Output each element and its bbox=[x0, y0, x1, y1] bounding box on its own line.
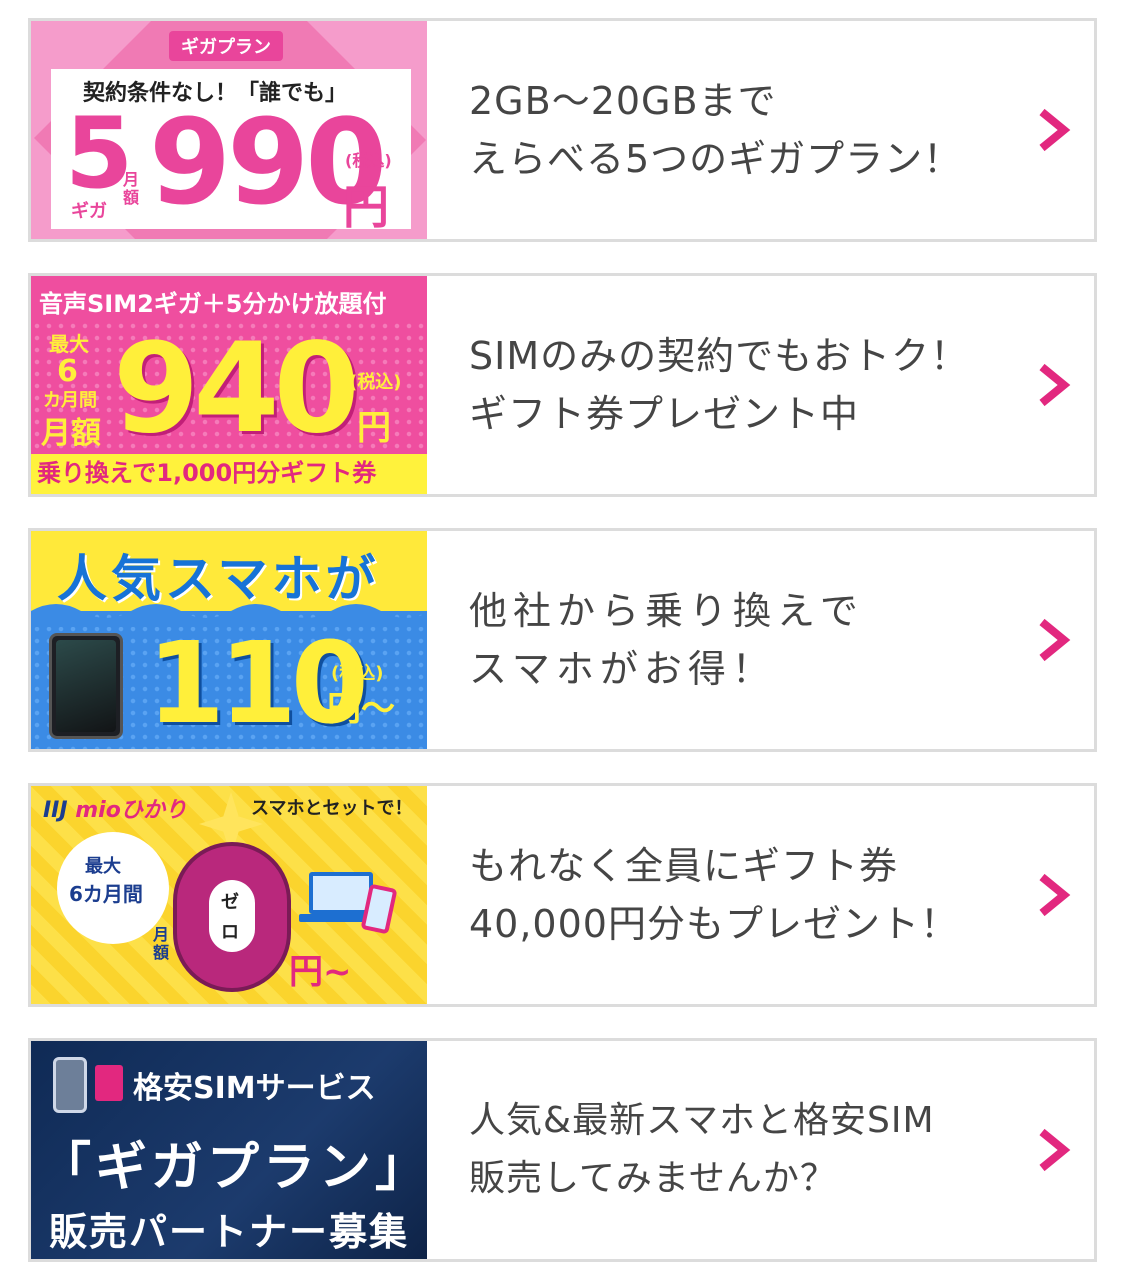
desc-line-2: スマホがお得！ bbox=[469, 647, 776, 691]
tax-label: (税込) bbox=[349, 372, 402, 393]
promo-description: 人気&最新スマホと格安SIM 販売してみませんか？ bbox=[427, 1041, 1014, 1259]
tax-label: (税込) bbox=[345, 151, 392, 170]
monthly-label: 月額 bbox=[153, 925, 170, 962]
desc-line-1: もれなく全員にギフト券 bbox=[469, 844, 899, 888]
laptop-icon bbox=[309, 872, 373, 914]
promo-description: SIMのみの契約でもおトク！ ギフト券プレゼント中 bbox=[427, 276, 1014, 494]
promo-card-hikari[interactable]: IIJ mioひかり スマホとセットで！ 最大 6カ月間 ゼ ロ 月額 円~ も… bbox=[28, 783, 1097, 1007]
chevron-right-icon[interactable] bbox=[1014, 276, 1094, 494]
banner-line-3: 販売パートナー募集 bbox=[49, 1210, 410, 1254]
desc-line-2: ギフト券プレゼント中 bbox=[469, 392, 860, 436]
gift-card-text: 乗り換えで1,000円分ギフト券 bbox=[37, 459, 377, 487]
chevron-right-icon[interactable] bbox=[1014, 21, 1094, 239]
chevron-right-icon[interactable] bbox=[1014, 1041, 1094, 1259]
promo-card-sim-only[interactable]: 音声SIM2ギガ＋5分かけ放題付 最大 6 カ月間 月額 940 (税込) 円 … bbox=[28, 273, 1097, 497]
giga-unit: ギガ bbox=[71, 201, 107, 222]
desc-line-1: SIMのみの契約でもおトク！ bbox=[469, 334, 970, 378]
banner-title: 人気スマホが bbox=[57, 550, 380, 608]
smartphone-icon bbox=[53, 1057, 87, 1113]
banner-headline: 音声SIM2ギガ＋5分かけ放題付 bbox=[39, 290, 387, 318]
months-label: 6カ月間 bbox=[69, 882, 143, 906]
price-value: 940 bbox=[113, 317, 360, 461]
promo-card-partner[interactable]: 格安SIMサービス 「ギガプラン」 販売パートナー募集 人気&最新スマホと格安S… bbox=[28, 1038, 1097, 1262]
desc-line-2: えらべる5つのギガプラン！ bbox=[469, 137, 963, 181]
banner-line-1: 格安SIMサービス bbox=[133, 1071, 376, 1106]
promo-card-smartphone[interactable]: 人気スマホが 110 (税込) 円〜 他社から乗り換えで スマホがお得！ bbox=[28, 528, 1097, 752]
months-number: 6 bbox=[57, 354, 78, 389]
sim-card-icon bbox=[95, 1065, 123, 1101]
smartphone-banner: 人気スマホが 110 (税込) 円〜 bbox=[31, 531, 427, 749]
chevron-right-icon[interactable] bbox=[1014, 531, 1094, 749]
max-label: 最大 bbox=[49, 332, 89, 356]
sim-only-banner: 音声SIM2ギガ＋5分かけ放題付 最大 6 カ月間 月額 940 (税込) 円 … bbox=[31, 276, 427, 494]
yen-label: 円 bbox=[343, 180, 389, 234]
chevron-right-icon[interactable] bbox=[1014, 786, 1094, 1004]
iijmio-hikari-logo: IIJ mioひかり bbox=[43, 798, 187, 823]
monthly-label: 月額 bbox=[123, 170, 140, 207]
desc-line-1: 他社から乗り換えで bbox=[469, 589, 864, 633]
yen-label: 円~ bbox=[289, 952, 352, 992]
monthly-label: 月額 bbox=[41, 416, 101, 451]
promo-description: 他社から乗り換えで スマホがお得！ bbox=[427, 531, 1014, 749]
max-label: 最大 bbox=[85, 856, 121, 877]
smartphone-image bbox=[49, 633, 123, 739]
promo-list: ギガプラン 契約条件なし！「誰でも」 5 ギガ 月額 990 (税込) 円 2G… bbox=[0, 0, 1125, 1283]
partner-banner: 格安SIMサービス 「ギガプラン」 販売パートナー募集 bbox=[31, 1041, 427, 1259]
giga-plan-banner: ギガプラン 契約条件なし！「誰でも」 5 ギガ 月額 990 (税込) 円 bbox=[31, 21, 427, 239]
desc-line-2: 販売してみませんか？ bbox=[469, 1158, 837, 1199]
hikari-banner: IIJ mioひかり スマホとセットで！ 最大 6カ月間 ゼ ロ 月額 円~ bbox=[31, 786, 427, 1004]
desc-line-1: 人気&最新スマホと格安SIM bbox=[469, 1100, 935, 1141]
promo-description: 2GB〜20GBまで えらべる5つのギガプラン！ bbox=[427, 21, 1014, 239]
yen-label: 円 bbox=[357, 408, 391, 448]
desc-line-2: 40,000円分もプレゼント！ bbox=[469, 902, 959, 946]
promo-card-giga-plan[interactable]: ギガプラン 契約条件なし！「誰でも」 5 ギガ 月額 990 (税込) 円 2G… bbox=[28, 18, 1097, 242]
desc-line-1: 2GB〜20GBまで bbox=[469, 79, 777, 123]
zero-graphic: ゼ ロ bbox=[173, 842, 291, 992]
promo-description: もれなく全員にギフト券 40,000円分もプレゼント！ bbox=[427, 786, 1014, 1004]
banner-line-2: 「ギガプラン」 bbox=[39, 1138, 427, 1198]
set-text: スマホとセットで！ bbox=[251, 798, 413, 819]
plan-tag: ギガプラン bbox=[169, 31, 283, 61]
yen-label: 円〜 bbox=[327, 689, 395, 729]
